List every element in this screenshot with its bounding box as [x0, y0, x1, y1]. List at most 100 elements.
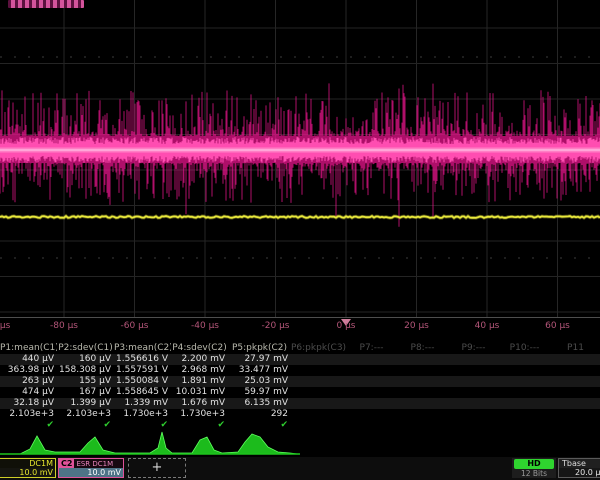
c1-coupling: DC1M [0, 459, 55, 468]
time-axis-label: -60 µs [121, 321, 149, 331]
waveform-display[interactable] [0, 0, 600, 317]
measurement-value: 2.103e+3 [57, 409, 114, 420]
measurement-value [499, 409, 550, 420]
measurement-value [346, 354, 397, 365]
time-axis-label: -20 µs [262, 321, 290, 331]
param-header-p6[interactable]: P6:pkpk(C3) [291, 343, 346, 354]
measurement-value [448, 409, 499, 420]
measurement-value: 2.103e+3 [0, 409, 57, 420]
histogram-trace [0, 429, 600, 456]
measurement-value: 1.339 mV [114, 398, 171, 409]
measurement-value: 32.18 µV [0, 398, 57, 409]
bottom-bar: DC1M 10.0 mV C2 ESR DC1M 10.0 mV + HD 12… [0, 457, 600, 480]
measurement-value [499, 365, 550, 376]
measurement-value: 27.97 mV [228, 354, 291, 365]
hd-bits-label: 12 Bits [512, 469, 556, 478]
measurement-value: 1.557591 V [114, 365, 171, 376]
param-header-p8[interactable]: P8:--- [397, 343, 448, 354]
param-header-p1[interactable]: P1:mean(C1) [0, 343, 57, 354]
measurement-value [291, 398, 346, 409]
time-axis-label: 40 µs [475, 321, 500, 331]
hd-mode-indicator[interactable]: HD 12 Bits [512, 458, 556, 478]
measurement-value [499, 354, 550, 365]
channel-c2-descriptor[interactable]: C2 ESR DC1M 10.0 mV [58, 458, 124, 478]
measurement-value [291, 365, 346, 376]
measurement-table[interactable]: P1:mean(C1)P2:sdev(C1)P3:mean(C2)P4:sdev… [0, 343, 600, 431]
measurement-value: 263 µV [0, 376, 57, 387]
measurement-value: 440 µV [0, 354, 57, 365]
param-header-p4[interactable]: P4:sdev(C2) [171, 343, 228, 354]
measurement-value [397, 387, 448, 398]
measurement-value [499, 387, 550, 398]
param-header-p3[interactable]: P3:mean(C2) [114, 343, 171, 354]
measurement-value [291, 409, 346, 420]
time-axis: -100 µs -80 µs -60 µs -40 µs -20 µs 0 µs 20 µs… [0, 317, 600, 338]
measurement-value: 1.399 µV [57, 398, 114, 409]
time-axis-label: -40 µs [191, 321, 219, 331]
oscilloscope-screen: -100 µs -80 µs -60 µs -40 µs -20 µs 0 µs 20 µs… [0, 0, 600, 480]
measurement-value [397, 409, 448, 420]
measurement-value [499, 398, 550, 409]
measurement-value: 1.676 mV [171, 398, 228, 409]
measurement-value [550, 376, 600, 387]
param-header-p10[interactable]: P10:--- [499, 343, 550, 354]
c2-channel-badge: C2 [59, 459, 74, 468]
measurement-value [448, 398, 499, 409]
measurement-value: 474 µV [0, 387, 57, 398]
measurement-value [397, 354, 448, 365]
measurement-value [346, 398, 397, 409]
measurement-value: 1.556616 V [114, 354, 171, 365]
measurement-value: 158.308 µV [57, 365, 114, 376]
measurement-value [291, 354, 346, 365]
measurement-value [397, 398, 448, 409]
measurement-value [448, 365, 499, 376]
time-axis-label: 0 µs [336, 321, 355, 331]
measurement-value [550, 409, 600, 420]
param-header-p9[interactable]: P9:--- [448, 343, 499, 354]
param-header-p5[interactable]: P5:pkpk(C2) [228, 343, 291, 354]
c2-coupling: ESR DC1M [74, 459, 113, 469]
measurement-value: 292 [228, 409, 291, 420]
time-axis-label: -80 µs [50, 321, 78, 331]
measurement-value [448, 376, 499, 387]
measurement-value: 33.477 mV [228, 365, 291, 376]
param-header-p7[interactable]: P7:--- [346, 343, 397, 354]
measurement-value [397, 376, 448, 387]
time-axis-label: 20 µs [404, 321, 429, 331]
measurement-value [346, 387, 397, 398]
measurement-value: 1.730e+3 [114, 409, 171, 420]
trace-label[interactable] [8, 0, 84, 8]
measurement-value [291, 376, 346, 387]
measurement-value [499, 376, 550, 387]
measurement-value [291, 387, 346, 398]
measurement-value [550, 365, 600, 376]
measurement-value: 2.968 mV [171, 365, 228, 376]
measurement-value: 59.97 mV [228, 387, 291, 398]
measurement-value: 155 µV [57, 376, 114, 387]
time-axis-label: 60 µs [545, 321, 570, 331]
c2-vertical-scale: 10.0 mV [59, 468, 123, 477]
measurement-value [346, 409, 397, 420]
measurement-value: 167 µV [57, 387, 114, 398]
measurement-value: 160 µV [57, 354, 114, 365]
measurement-value [397, 365, 448, 376]
param-header-p11[interactable]: P11 [550, 343, 600, 354]
hd-badge: HD [514, 459, 554, 469]
time-axis-label: -100 µs [0, 321, 10, 331]
measurement-value [550, 398, 600, 409]
measurement-value: 363.98 µV [0, 365, 57, 376]
c1-vertical-scale: 10.0 mV [0, 468, 55, 477]
add-trace-button[interactable]: + [128, 458, 186, 478]
param-header-p2[interactable]: P2:sdev(C1) [57, 343, 114, 354]
measurement-value: 2.200 mV [171, 354, 228, 365]
timebase-descriptor[interactable]: Tbase 20.0 µs [558, 458, 600, 478]
measurement-value [346, 365, 397, 376]
measurement-value: 1.550084 V [114, 376, 171, 387]
measurement-value: 25.03 mV [228, 376, 291, 387]
measurement-value: 6.135 mV [228, 398, 291, 409]
measurement-value: 10.031 mV [171, 387, 228, 398]
channel-c1-descriptor[interactable]: DC1M 10.0 mV [0, 458, 56, 478]
measurement-value [550, 387, 600, 398]
timebase-label: Tbase [559, 459, 600, 468]
measurement-value [346, 376, 397, 387]
